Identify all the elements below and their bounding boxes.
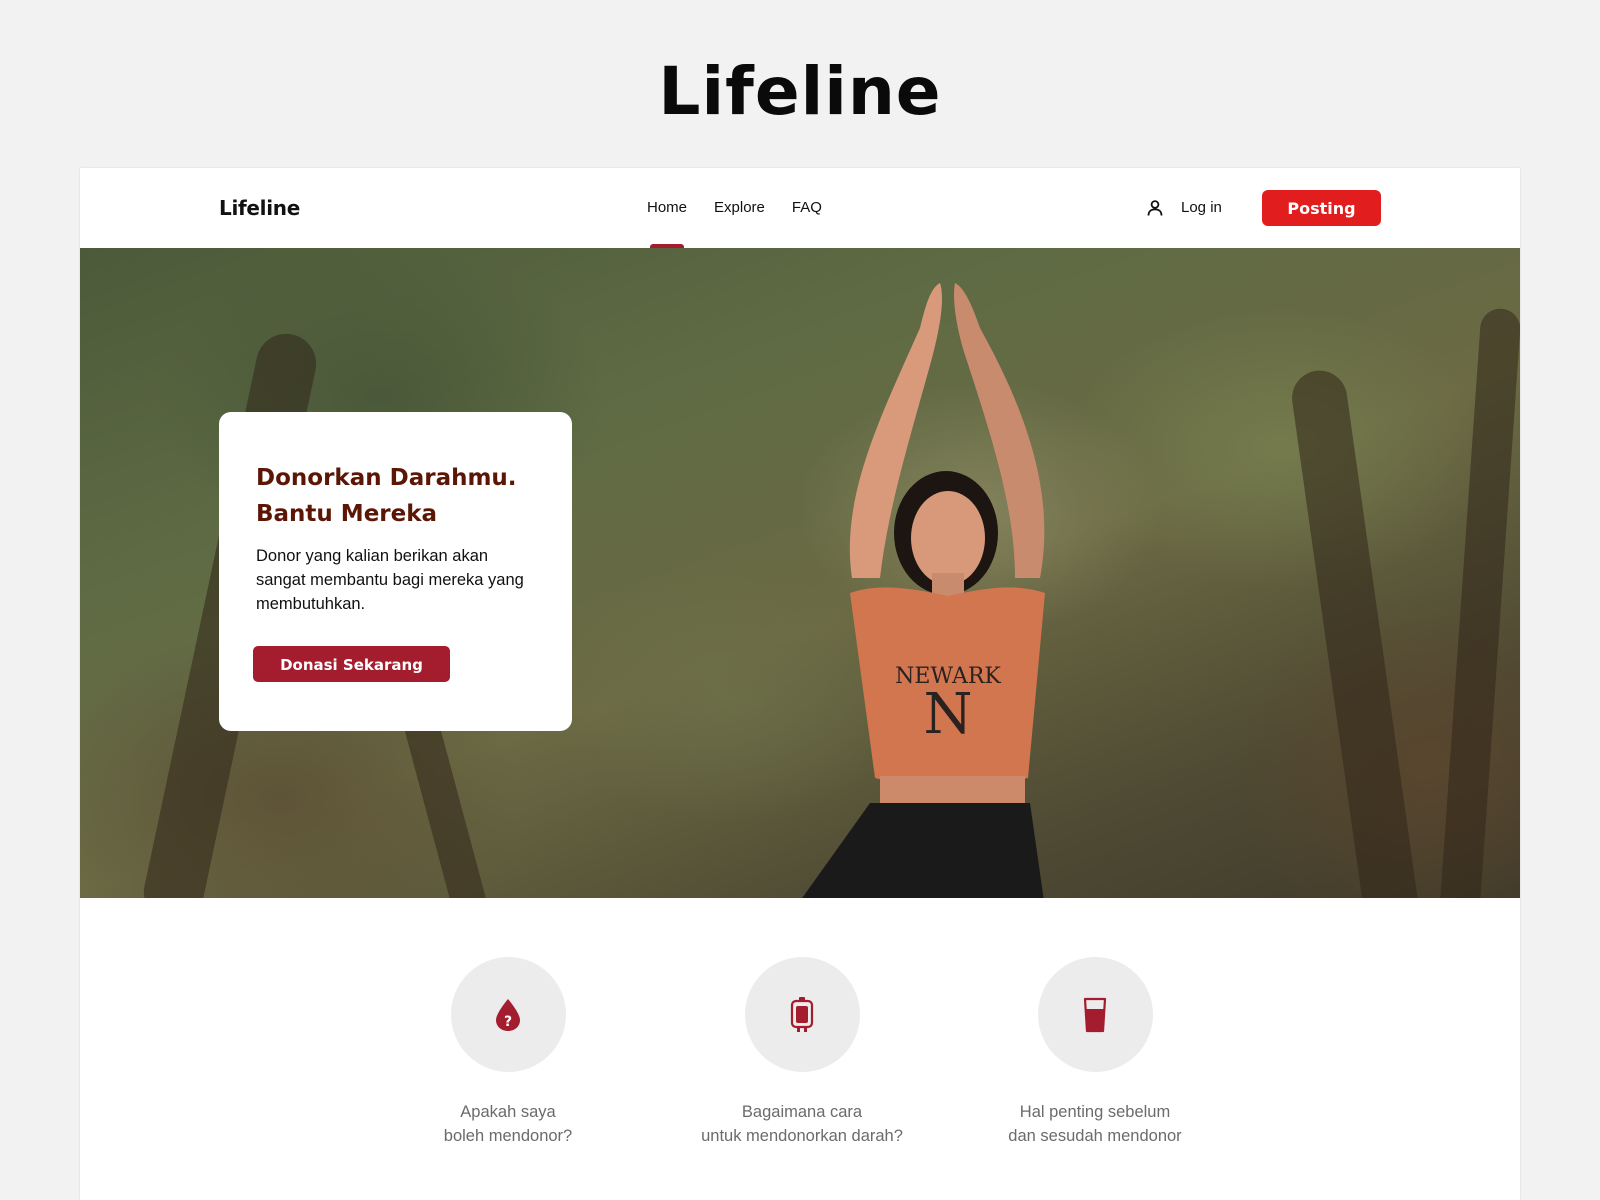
feature-label-line2: untuk mendonorkan darah? — [701, 1127, 903, 1145]
feature-label: Hal penting sebelum dan sesudah mendonor — [955, 1100, 1235, 1148]
nav-link-home[interactable]: Home — [647, 194, 687, 248]
blood-drop-question-icon: ? — [496, 998, 520, 1031]
svg-text:?: ? — [504, 1014, 512, 1030]
feature-eligibility[interactable]: ? Apakah saya boleh mendonor? — [368, 957, 648, 1148]
feature-icon-circle[interactable] — [744, 957, 860, 1072]
shirt-letter: N — [924, 682, 973, 747]
drink-glass-icon — [1083, 997, 1107, 1032]
brand-logo[interactable]: Lifeline — [219, 192, 300, 224]
login-label: Log in — [1181, 199, 1222, 216]
feature-how-to-donate[interactable]: Bagaimana cara untuk mendonorkan darah? — [662, 957, 942, 1148]
hero-title: Donorkan Darahmu. Bantu Mereka — [256, 460, 556, 532]
nav-link-explore[interactable]: Explore — [714, 194, 765, 222]
blood-bag-icon — [790, 996, 814, 1032]
feature-before-after[interactable]: Hal penting sebelum dan sesudah mendonor — [955, 957, 1235, 1148]
hero-title-line2: Bantu Mereka — [256, 501, 438, 527]
feature-label-line1: Hal penting sebelum — [1019, 1103, 1171, 1121]
nav-link-faq[interactable]: FAQ — [792, 194, 822, 222]
hero-section: NEWARK N Donorkan Darahmu. Bantu Mereka … — [80, 248, 1520, 898]
hero-card: Donorkan Darahmu. Bantu Mereka Donor yan… — [219, 412, 572, 731]
website-frame: Lifeline Home Explore FAQ Log in Posting — [80, 168, 1520, 1200]
feature-icon-circle[interactable] — [1037, 957, 1153, 1072]
feature-label-line1: Apakah saya — [460, 1103, 556, 1121]
hero-description: Donor yang kalian berikan akan sangat me… — [256, 547, 524, 613]
feature-label: Apakah saya boleh mendonor? — [368, 1100, 648, 1148]
posting-button[interactable]: Posting — [1262, 190, 1381, 226]
hero-title-line1: Donorkan Darahmu. — [256, 465, 517, 491]
showcase-title: Lifeline — [658, 53, 942, 130]
feature-label-line1: Bagaimana cara — [741, 1103, 863, 1121]
feature-label-line2: boleh mendonor? — [443, 1127, 573, 1145]
nav-links: Home Explore FAQ — [647, 194, 849, 248]
donate-now-button[interactable]: Donasi Sekarang — [253, 646, 450, 682]
feature-label: Bagaimana cara untuk mendonorkan darah? — [662, 1100, 942, 1148]
feature-icon-circle[interactable]: ? — [450, 957, 566, 1072]
feature-label-line2: dan sesudah mendonor — [1008, 1127, 1182, 1145]
login-link[interactable]: Log in — [1146, 194, 1222, 222]
user-icon — [1146, 199, 1164, 217]
navbar: Lifeline Home Explore FAQ Log in Posting — [80, 168, 1520, 248]
